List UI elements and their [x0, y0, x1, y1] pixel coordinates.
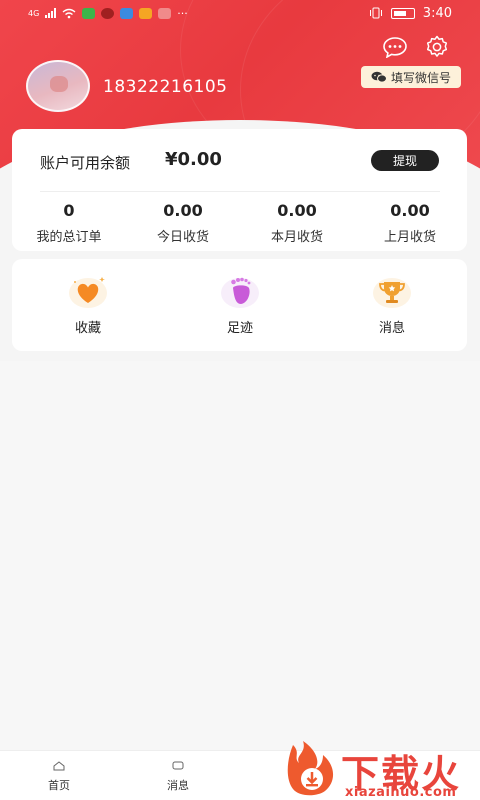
- stat-value: 0: [63, 201, 75, 220]
- content-area: [0, 361, 480, 751]
- stat-value: 0.00: [277, 201, 317, 220]
- tab-messages-label: 消息: [167, 779, 189, 792]
- tab-home-label: 首页: [48, 779, 70, 792]
- message-app-icon: [101, 7, 115, 19]
- footprints-button[interactable]: 足迹: [200, 273, 280, 336]
- app-notification-icon: [158, 7, 172, 19]
- trophy-icon: [371, 273, 413, 309]
- fill-wechat-button[interactable]: 填写微信号: [361, 66, 462, 88]
- clock: 3:40: [422, 5, 452, 21]
- heart-icon: [67, 273, 109, 309]
- balance-label: 账户可用余额: [40, 154, 131, 172]
- message-tab-icon: [172, 761, 184, 771]
- settings-gear-icon[interactable]: [424, 34, 450, 60]
- flame-logo-icon: [287, 741, 334, 796]
- stat-today-received[interactable]: 0.00 今日收货: [128, 201, 238, 245]
- favorites-button[interactable]: 收藏: [48, 273, 128, 336]
- stat-value: 0.00: [390, 201, 430, 220]
- fill-wechat-label: 填写微信号: [391, 70, 452, 85]
- status-bar: 4G ··· 3:40: [0, 0, 480, 26]
- wechat-app-icon: [82, 7, 96, 19]
- stat-label: 我的总订单: [36, 230, 102, 245]
- stat-label: 本月收货: [270, 230, 323, 245]
- balance-amount: ¥0.00: [165, 149, 222, 170]
- wechat-icon: [371, 71, 387, 83]
- wifi-icon: [62, 8, 76, 18]
- battery-icon: [390, 7, 415, 19]
- app-notification-icon: [120, 7, 134, 19]
- signal-icon: [45, 8, 57, 18]
- stat-value: 0.00: [163, 201, 203, 220]
- stat-total-orders[interactable]: 0 我的总订单: [14, 201, 124, 245]
- balance-card: 账户可用余额 ¥0.00 提现 0 我的总订单 0.00 今日收货 0.00 本…: [12, 129, 467, 251]
- stat-label: 今日收货: [156, 230, 209, 245]
- favorites-label: 收藏: [74, 321, 101, 336]
- tab-messages[interactable]: 消息: [148, 761, 208, 793]
- video-app-icon: [139, 7, 153, 19]
- stat-label: 上月收货: [383, 230, 436, 245]
- stat-month-received[interactable]: 0.00 本月收货: [242, 201, 352, 245]
- vibrate-icon: [369, 7, 382, 19]
- user-phone: 18322216105: [103, 77, 228, 97]
- watermark: 下载火 xiazaihuo.com: [283, 737, 480, 800]
- footprint-icon: [219, 273, 261, 309]
- messages-button[interactable]: 消息: [352, 273, 432, 336]
- home-icon: [53, 761, 65, 771]
- stat-last-month-received[interactable]: 0.00 上月收货: [355, 201, 465, 245]
- divider: [40, 191, 440, 192]
- message-icon[interactable]: [382, 34, 408, 60]
- network-type: 4G: [28, 8, 40, 18]
- avatar[interactable]: [26, 60, 90, 112]
- tab-home[interactable]: 首页: [29, 761, 89, 793]
- withdraw-button[interactable]: 提现: [371, 150, 439, 171]
- more-notifications-icon: ···: [177, 6, 188, 20]
- feature-card: 收藏 足迹 消息: [12, 259, 467, 351]
- messages-label: 消息: [378, 321, 405, 336]
- footprints-label: 足迹: [226, 321, 253, 336]
- watermark-url: xiazaihuo.com: [345, 785, 457, 800]
